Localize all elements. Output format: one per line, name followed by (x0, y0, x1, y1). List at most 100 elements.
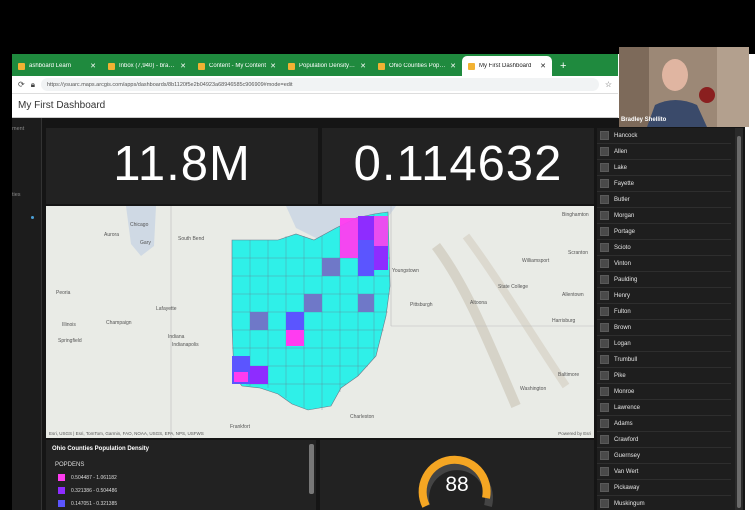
new-tab-button[interactable]: + (552, 56, 574, 76)
tab-favicon-icon (288, 62, 295, 70)
checkbox[interactable] (600, 259, 609, 268)
tab-close-icon[interactable]: ✕ (90, 62, 96, 70)
address-bar: ⟳ 🔒︎ https://ysuarc.maps.arcgis.com/apps… (12, 76, 618, 94)
list-item[interactable]: Scioto (597, 240, 731, 256)
county-high (374, 216, 388, 246)
checkbox[interactable] (600, 451, 609, 460)
checkbox[interactable] (600, 275, 609, 284)
tab-close-icon[interactable]: ✕ (270, 62, 276, 70)
map-city-label: South Bend (178, 236, 205, 242)
checkbox[interactable] (600, 163, 609, 172)
county-low (286, 312, 304, 330)
list-item[interactable]: Hancock (597, 128, 731, 144)
checkbox[interactable] (600, 483, 609, 492)
bookmark-star-icon[interactable]: ☆ (605, 80, 612, 89)
county-list-panel: Hancock Allen Lake Fayette Butler Morgan… (597, 128, 735, 510)
checkbox[interactable] (600, 403, 609, 412)
checkbox[interactable] (600, 131, 609, 140)
county-name: Henry (614, 292, 631, 299)
list-item[interactable]: Muskingum (597, 496, 731, 510)
browser-tab[interactable]: Inbox (7,940) - bradleyshellito✕ (102, 56, 192, 76)
list-item[interactable]: Vinton (597, 256, 731, 272)
list-item[interactable]: Brown (597, 320, 731, 336)
checkbox[interactable] (600, 419, 609, 428)
checkbox[interactable] (600, 323, 609, 332)
tab-close-icon[interactable]: ✕ (360, 62, 366, 70)
checkbox[interactable] (600, 339, 609, 348)
checkbox[interactable] (600, 211, 609, 220)
list-item[interactable]: Fayette (597, 176, 731, 192)
list-item[interactable]: Morgan (597, 208, 731, 224)
county-mid (358, 216, 374, 240)
tab-label: Ohio Counties Population Dens (389, 63, 446, 69)
checkbox[interactable] (600, 227, 609, 236)
map-city-label: Williamsport (522, 258, 550, 264)
lock-icon[interactable]: 🔒︎ (31, 80, 35, 90)
checkbox[interactable] (600, 195, 609, 204)
list-item[interactable]: Butler (597, 192, 731, 208)
list-item[interactable]: Fulton (597, 304, 731, 320)
browser-tab[interactable]: Population Density of Ohio Co ✕ (282, 56, 372, 76)
ridge (462, 233, 570, 389)
indicator-panel-population[interactable]: 11.8M (46, 128, 318, 204)
screen: ashboard Learn ✕ Inbox (7,940) - bradleys… (0, 0, 755, 510)
list-item[interactable]: Lawrence (597, 400, 731, 416)
reload-icon[interactable]: ⟳ (18, 80, 25, 89)
list-item[interactable]: Van Wert (597, 464, 731, 480)
map-view[interactable]: Chicago Aurora Gary South Bend Peoria Ch… (46, 206, 594, 438)
dashboard-title: My First Dashboard (18, 100, 106, 111)
url-field[interactable]: https://ysuarc.maps.arcgis.com/apps/dash… (40, 78, 599, 91)
checkbox[interactable] (600, 291, 609, 300)
legend-range: 0.504487 - 1.061182 (71, 474, 117, 481)
indicator-panel-density[interactable]: 0.114632 (322, 128, 594, 204)
county-name: Hancock (614, 132, 638, 139)
checkbox[interactable] (600, 147, 609, 156)
checkbox[interactable] (600, 387, 609, 396)
browser-tab[interactable]: ashboard Learn ✕ (12, 56, 102, 76)
list-item[interactable]: Monroe (597, 384, 731, 400)
list-item[interactable]: Henry (597, 288, 731, 304)
list-item[interactable]: Adams (597, 416, 731, 432)
tab-close-icon[interactable]: ✕ (450, 62, 456, 70)
legend-row: 0.321386 - 0.504486 (58, 487, 117, 494)
map-city-label: Baltimore (558, 372, 580, 378)
browser-tab[interactable]: Ohio Counties Population Dens ✕ (372, 56, 462, 76)
legend-scrollbar[interactable] (309, 444, 314, 494)
checkbox[interactable] (600, 467, 609, 476)
tab-close-icon[interactable]: ✕ (180, 62, 186, 70)
indicator-value: 0.114632 (353, 137, 563, 191)
checkbox[interactable] (600, 179, 609, 188)
checkbox[interactable] (600, 499, 609, 508)
rail-label[interactable]: ties (12, 192, 21, 198)
map-powered-by[interactable]: Powered by Esri (558, 431, 591, 436)
list-item[interactable]: Logan (597, 336, 731, 352)
checkbox[interactable] (600, 355, 609, 364)
list-item[interactable]: Crawford (597, 432, 731, 448)
list-item[interactable]: Paulding (597, 272, 731, 288)
legend-swatch (58, 474, 65, 481)
map-attribution[interactable]: Esri, USGS | Esri, TomTom, Garmin, FAO, … (49, 431, 204, 436)
list-item[interactable]: Guernsey (597, 448, 731, 464)
tab-close-icon[interactable]: ✕ (540, 62, 546, 70)
county-name: Van Wert (614, 468, 639, 475)
county-name: Brown (614, 324, 632, 331)
list-item[interactable]: Portage (597, 224, 731, 240)
gauge-panel[interactable]: 88 (320, 440, 594, 510)
checkbox[interactable] (600, 243, 609, 252)
map-city-label: Champaign (106, 320, 132, 326)
list-item[interactable]: Pike (597, 368, 731, 384)
checkbox[interactable] (600, 307, 609, 316)
checkbox[interactable] (600, 435, 609, 444)
checkbox[interactable] (600, 371, 609, 380)
browser-tab[interactable]: Content - My Content ✕ (192, 56, 282, 76)
county-name: Logan (614, 340, 631, 347)
browser-tab-active[interactable]: My First Dashboard ✕ (462, 56, 552, 76)
county-name: Muskingum (614, 500, 645, 507)
list-item[interactable]: Allen (597, 144, 731, 160)
map-city-label: Frankfort (230, 424, 251, 430)
list-item[interactable]: Lake (597, 160, 731, 176)
list-scrollbar-thumb[interactable] (737, 136, 741, 508)
rail-label[interactable]: ment (12, 126, 24, 132)
list-item[interactable]: Trumbull (597, 352, 731, 368)
list-item[interactable]: Pickaway (597, 480, 731, 496)
